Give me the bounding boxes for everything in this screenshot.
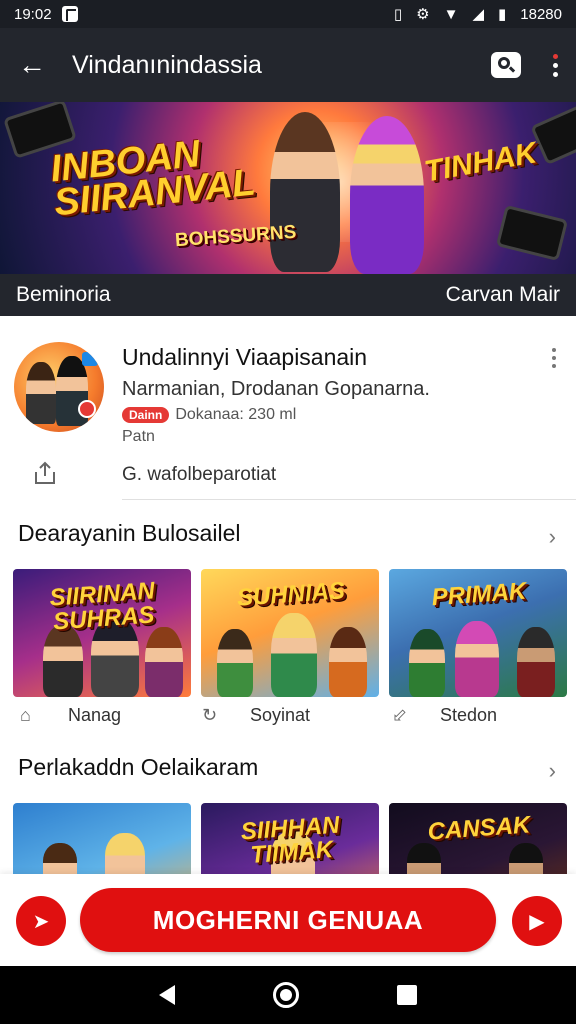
banner-caption: Beminoria Carvan Mair bbox=[0, 274, 576, 316]
card-character bbox=[43, 625, 83, 697]
card-character bbox=[271, 613, 317, 697]
banner-tablet-decor bbox=[495, 204, 569, 262]
primary-cta-button[interactable]: MOGHERNI GENUAA bbox=[80, 888, 496, 952]
banner-caption-right[interactable]: Carvan Mair bbox=[446, 283, 560, 307]
card-character bbox=[329, 627, 367, 697]
card-label[interactable]: ⬃ Stedon bbox=[392, 705, 497, 726]
card-label-text: Soyinat bbox=[250, 705, 311, 725]
section-title: Perlakaddn Oelaikaram bbox=[18, 754, 259, 780]
more-vert-icon[interactable] bbox=[553, 53, 558, 77]
bottom-action-bar: ➤ MOGHERNI GENUAA ▶ bbox=[0, 874, 576, 966]
status-clock: 18280 bbox=[520, 5, 562, 23]
card-title: CANSAK bbox=[426, 811, 532, 846]
banner-character-left bbox=[270, 112, 340, 272]
status-time: 19:02 bbox=[14, 5, 52, 23]
play-icon[interactable]: ▶ bbox=[512, 896, 562, 946]
system-nav-bar bbox=[0, 966, 576, 1024]
game-card[interactable]: SUHNIAS bbox=[201, 569, 379, 697]
share-link[interactable]: G. wafolbeparotiat bbox=[122, 464, 276, 486]
notification-icon bbox=[61, 6, 78, 22]
status-bar: 19:02 ▯ ⚙ ▼ ◢ ▮ 18280 bbox=[0, 0, 576, 28]
alarm-icon: ⚙ bbox=[416, 6, 430, 23]
game-card[interactable]: SIIRINAN SUHRAS bbox=[13, 569, 191, 697]
app-icon-figure bbox=[26, 362, 56, 424]
home-outline-icon: ⌂ bbox=[20, 705, 31, 725]
card-label[interactable]: ⌂ Nanag bbox=[20, 705, 121, 726]
search-icon[interactable] bbox=[491, 52, 521, 78]
nav-home-icon[interactable] bbox=[273, 982, 299, 1008]
app-icon bbox=[14, 342, 104, 432]
card-character bbox=[455, 621, 499, 697]
promo-banner[interactable]: INBOAN SIIRANVAL TINHAK BOHSSURNS bbox=[0, 102, 576, 274]
refresh-icon: ↻ bbox=[202, 705, 218, 725]
app-icon-badge bbox=[78, 400, 96, 418]
status-badge: Dainn bbox=[122, 407, 170, 423]
card-character bbox=[409, 629, 445, 697]
app-extra-text: Patn bbox=[122, 428, 155, 445]
app-info-panel: Undalinnyi Viaapisanain Narmanian, Droda… bbox=[0, 318, 576, 500]
banner-caption-left: Beminoria bbox=[16, 283, 111, 306]
card-character bbox=[145, 627, 183, 697]
card-label-text: Stedon bbox=[440, 705, 498, 725]
navigate-icon[interactable]: ➤ bbox=[16, 896, 66, 946]
arrow-diagonal-icon: ⬃ bbox=[392, 705, 408, 725]
wifi-icon: ▼ bbox=[443, 5, 459, 23]
app-bar: ← Vindanınindassia bbox=[0, 28, 576, 102]
card-label-text: Nanag bbox=[68, 705, 122, 725]
app-icon-badge bbox=[82, 352, 98, 366]
nav-back-icon[interactable] bbox=[159, 985, 175, 1005]
nav-recents-icon[interactable] bbox=[397, 985, 417, 1005]
game-card[interactable]: PRIMAK bbox=[389, 569, 567, 697]
section-title: Dearayanin Bulosailel bbox=[18, 520, 241, 546]
app-meta: Dainn Dokanaa: 230 ml bbox=[122, 406, 296, 424]
app-developer[interactable]: Narmanian, Drodanan Gopanarna. bbox=[122, 378, 430, 401]
back-arrow-icon[interactable]: ← bbox=[18, 49, 52, 81]
download-count: Dokanaa: 230 ml bbox=[175, 406, 297, 423]
banner-logo-right: TINHAK bbox=[421, 136, 540, 189]
share-icon[interactable] bbox=[32, 460, 58, 486]
vibrate-icon: ▯ bbox=[393, 6, 403, 23]
card-title: SIIHHAN TIIMAK bbox=[239, 811, 341, 869]
divider bbox=[122, 499, 576, 500]
chevron-right-icon[interactable]: › bbox=[549, 524, 556, 550]
card-character bbox=[217, 629, 253, 697]
signal-icon: ◢ bbox=[472, 6, 485, 23]
app-title: Undalinnyi Viaapisanain bbox=[122, 344, 368, 370]
page-title: Vindanınindassia bbox=[72, 50, 262, 79]
card-character bbox=[517, 627, 555, 697]
app-options-icon[interactable] bbox=[552, 348, 556, 368]
card-title bbox=[23, 811, 183, 822]
card-title: PRIMAK bbox=[430, 577, 528, 612]
card-label[interactable]: ↻ Soyinat bbox=[202, 705, 310, 726]
chevron-right-icon[interactable]: › bbox=[549, 758, 556, 784]
battery-icon: ▮ bbox=[498, 6, 507, 23]
banner-logo-left: INBOAN SIIRANVAL bbox=[49, 132, 258, 224]
banner-character-right bbox=[350, 116, 424, 274]
card-title: SUHNIAS bbox=[236, 577, 346, 612]
